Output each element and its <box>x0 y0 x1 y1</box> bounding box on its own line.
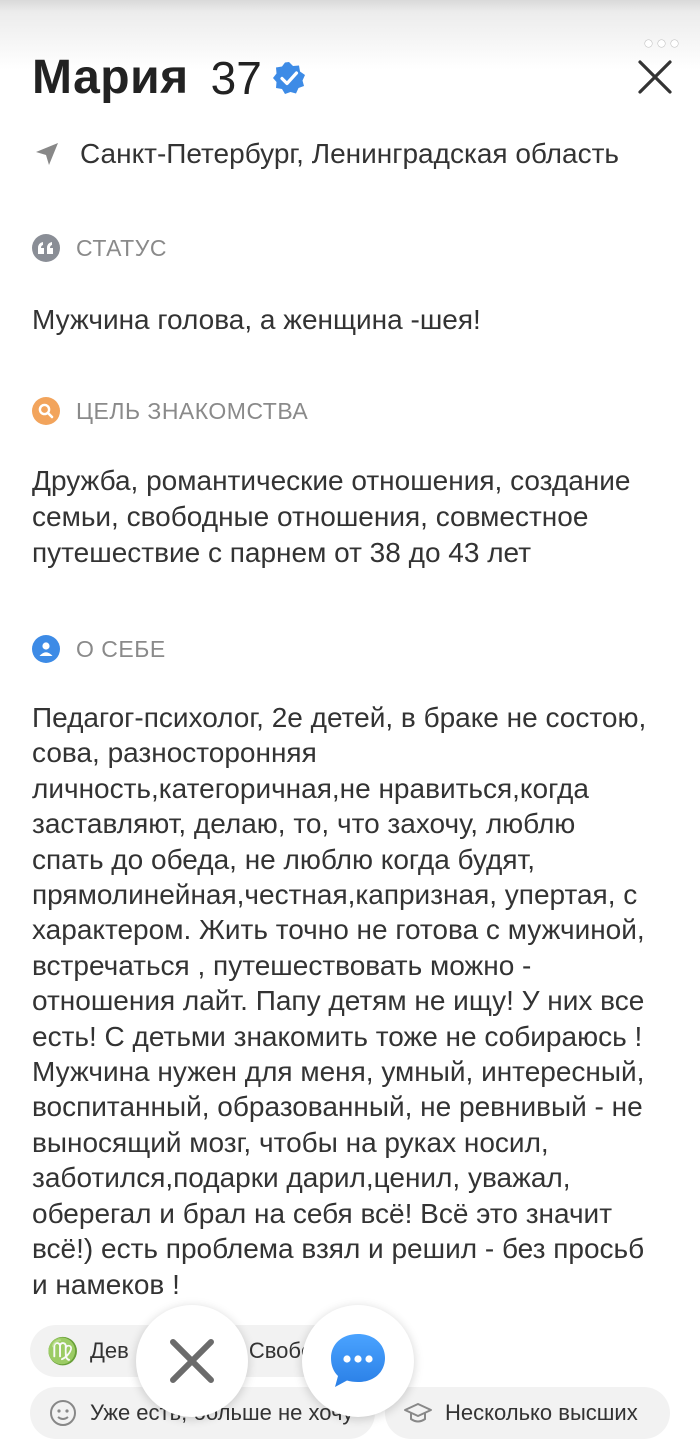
about-text: Педагог-психолог, 2е детей, в браке не с… <box>32 702 647 1300</box>
tag-education[interactable]: Несколько высших <box>385 1387 670 1439</box>
section-title-status: СТАТУС <box>32 234 167 262</box>
profile-age: 37 <box>210 51 262 104</box>
chat-bubble-icon <box>331 1334 385 1387</box>
profile-name: Мария <box>32 51 189 104</box>
profile-header: Мария 37 <box>32 50 306 105</box>
section-title-about: О СЕБЕ <box>32 635 166 663</box>
close-icon[interactable] <box>636 58 674 96</box>
status-title: СТАТУС <box>76 234 167 261</box>
person-icon <box>32 635 60 663</box>
quote-icon <box>32 234 60 262</box>
verified-check-icon <box>272 61 305 94</box>
goal-text: Дружба, романтические отношения, создани… <box>32 465 631 568</box>
search-icon <box>32 397 60 425</box>
location-arrow-icon <box>36 143 58 165</box>
dislike-x-icon <box>170 1339 214 1383</box>
graduation-cap-icon <box>403 1398 433 1428</box>
status-text: Мужчина голова, а женщина -шея! <box>32 304 481 335</box>
location-row: Санкт-Петербург, Ленинградская область <box>34 138 619 170</box>
baby-face-icon <box>48 1398 78 1428</box>
location-text: Санкт-Петербург, Ленинградская область <box>80 138 619 169</box>
about-title: О СЕБЕ <box>76 635 166 662</box>
goal-title: ЦЕЛЬ ЗНАКОМСТВА <box>76 397 309 424</box>
message-button[interactable] <box>302 1305 414 1417</box>
tag-zodiac-label: Дев <box>90 1338 129 1363</box>
tag-education-label: Несколько высших <box>445 1400 638 1425</box>
more-options-icon[interactable] <box>645 40 678 47</box>
virgo-icon: ♍ <box>46 1335 80 1366</box>
dislike-button[interactable] <box>136 1305 248 1417</box>
section-title-goal: ЦЕЛЬ ЗНАКОМСТВА <box>32 397 308 425</box>
